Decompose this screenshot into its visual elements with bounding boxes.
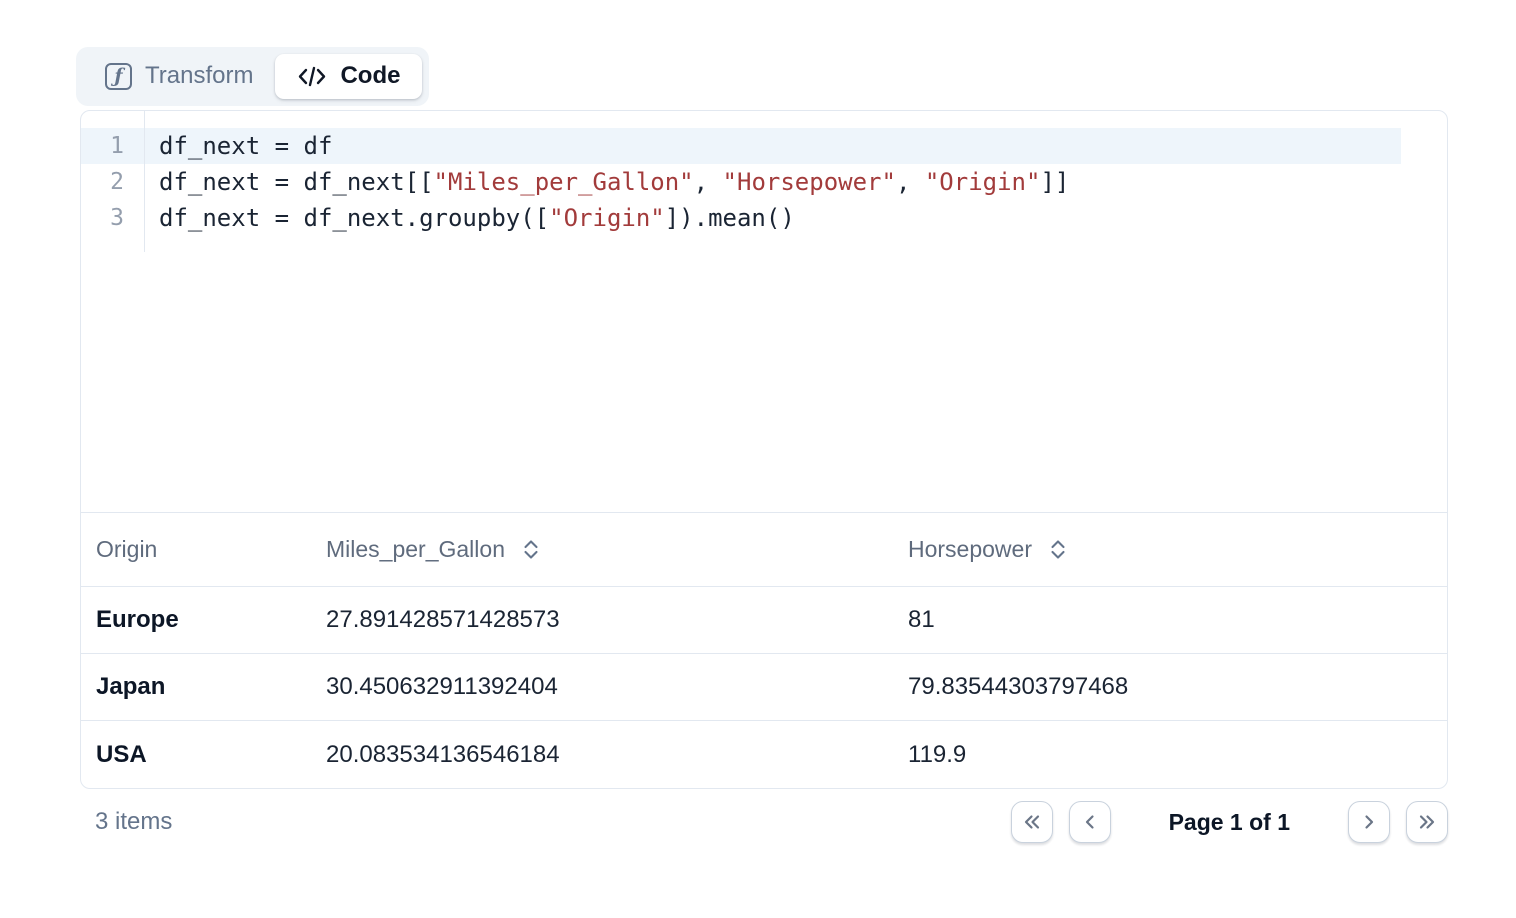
code-line-content: df_next = df — [144, 128, 1401, 164]
code-line-2[interactable]: 2 df_next = df_next[["Miles_per_Gallon",… — [81, 164, 1401, 200]
next-page-button[interactable] — [1348, 801, 1390, 843]
column-header-origin: Origin — [96, 536, 326, 563]
sort-icon[interactable] — [520, 538, 542, 561]
table-row: Japan 30.450632911392404 79.835443037974… — [81, 654, 1447, 721]
tab-transform-label: Transform — [145, 62, 253, 91]
tab-code-label: Code — [340, 62, 400, 91]
cell-horsepower: 81 — [908, 606, 1447, 634]
cell-origin: USA — [96, 741, 326, 769]
items-count: 3 items — [80, 808, 172, 836]
table-header-row: Origin Miles_per_Gallon Horsepower — [81, 513, 1447, 587]
pagination-controls: Page 1 of 1 — [1011, 801, 1448, 843]
cell-miles-per-gallon: 20.083534136546184 — [326, 741, 908, 769]
line-number: 3 — [81, 200, 144, 236]
cell-horsepower: 79.83544303797468 — [908, 673, 1447, 701]
chevron-right-icon — [1359, 813, 1379, 831]
table-footer: 3 items Page 1 of 1 — [80, 801, 1448, 843]
view-mode-tabbar: ƒ Transform Code — [76, 47, 429, 106]
code-icon — [297, 64, 327, 89]
chevrons-left-icon — [1022, 813, 1042, 831]
cell-origin: Japan — [96, 673, 326, 701]
function-icon: ƒ — [105, 63, 132, 90]
code-line-1[interactable]: 1 df_next = df — [81, 128, 1401, 164]
cell-miles-per-gallon: 27.891428571428573 — [326, 606, 908, 634]
line-number: 1 — [81, 128, 144, 164]
column-header-horsepower[interactable]: Horsepower — [908, 536, 1447, 563]
gutter-divider — [144, 111, 145, 252]
code-line-content: df_next = df_next[["Miles_per_Gallon", "… — [144, 164, 1401, 200]
table-row: Europe 27.891428571428573 81 — [81, 587, 1447, 654]
code-line-content: df_next = df_next.groupby(["Origin"]).me… — [144, 200, 1401, 236]
sort-icon[interactable] — [1047, 538, 1069, 561]
cell-miles-per-gallon: 30.450632911392404 — [326, 673, 908, 701]
page-indicator: Page 1 of 1 — [1169, 809, 1290, 836]
chevrons-right-icon — [1417, 813, 1437, 831]
code-line-3[interactable]: 3 df_next = df_next.groupby(["Origin"]).… — [81, 200, 1401, 236]
cell-horsepower: 119.9 — [908, 741, 1447, 769]
previous-page-button[interactable] — [1069, 801, 1111, 843]
tab-code[interactable]: Code — [275, 54, 422, 99]
code-editor[interactable]: 1 df_next = df 2 df_next = df_next[["Mil… — [81, 111, 1447, 513]
column-header-miles-per-gallon[interactable]: Miles_per_Gallon — [326, 536, 908, 563]
tab-transform[interactable]: ƒ Transform — [83, 54, 275, 99]
table-row: USA 20.083534136546184 119.9 — [81, 721, 1447, 788]
chevron-left-icon — [1080, 813, 1100, 831]
last-page-button[interactable] — [1406, 801, 1448, 843]
first-page-button[interactable] — [1011, 801, 1053, 843]
code-and-result-panel: 1 df_next = df 2 df_next = df_next[["Mil… — [80, 110, 1448, 789]
cell-origin: Europe — [96, 606, 326, 634]
line-number: 2 — [81, 164, 144, 200]
